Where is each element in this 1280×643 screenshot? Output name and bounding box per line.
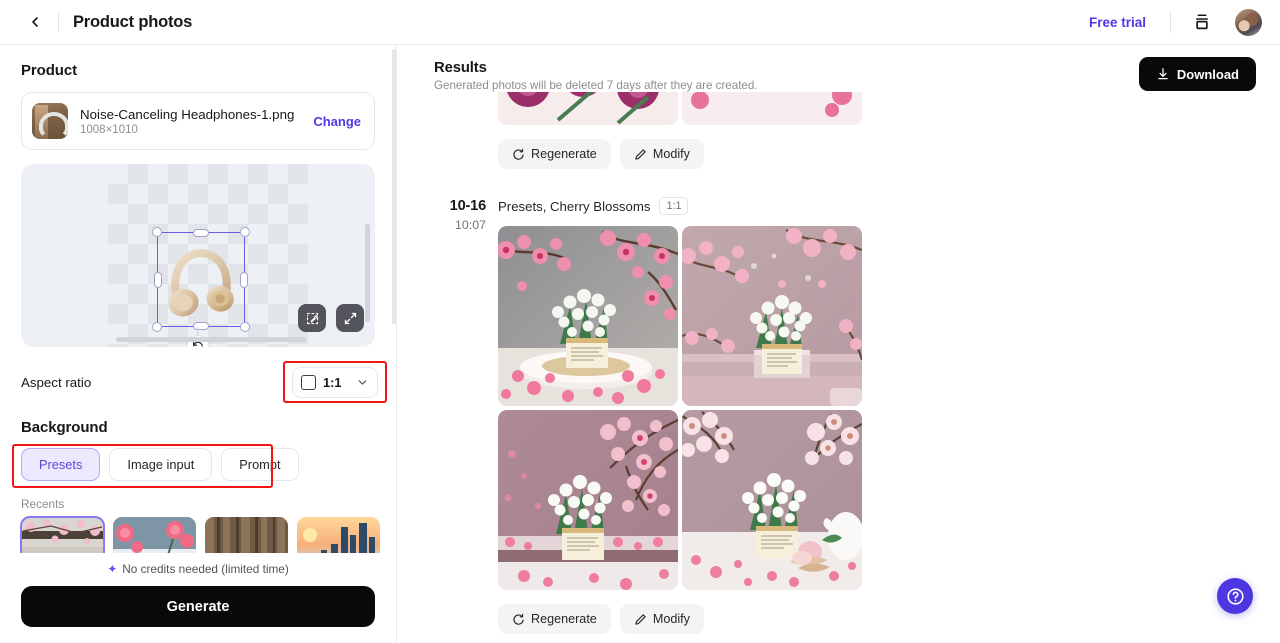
- left-panel-scrollbar[interactable]: [392, 49, 396, 324]
- result-description: Presets, Cherry Blossoms: [498, 198, 651, 214]
- canvas-horizontal-scrollbar[interactable]: [116, 337, 306, 342]
- pencil-icon: [635, 614, 646, 625]
- results-heading-text: Results Generated photos will be deleted…: [434, 60, 758, 92]
- result-date-column: 10-16 10:07: [434, 197, 498, 634]
- clipped-image-2[interactable]: [682, 92, 862, 125]
- download-button[interactable]: Download: [1138, 57, 1256, 91]
- aspect-ratio-value: 1:1: [323, 375, 342, 390]
- right-panel: Results Generated photos will be deleted…: [397, 45, 1280, 643]
- download-label: Download: [1176, 66, 1239, 82]
- regenerate-label: Regenerate: [531, 147, 597, 161]
- results-subtitle: Generated photos will be deleted 7 days …: [434, 79, 758, 92]
- modify-label: Modify: [652, 147, 690, 161]
- avatar[interactable]: [1235, 8, 1262, 36]
- tab-image-input[interactable]: Image input: [109, 448, 213, 481]
- aspect-ratio-row: Aspect ratio 1:1: [21, 361, 387, 403]
- background-section-title: Background: [21, 419, 108, 436]
- clipped-image-1[interactable]: [498, 92, 678, 125]
- result-image-3[interactable]: [498, 410, 678, 591]
- result-meta: Presets, Cherry Blossoms 1:1: [498, 197, 1256, 216]
- app-header: Product photos Free trial: [0, 0, 1280, 45]
- headphones-image: [168, 248, 234, 316]
- product-thumbnail: [32, 103, 68, 139]
- results-scroll: Regenerate Modify 10-16 10:07 Presets, C…: [397, 92, 1280, 643]
- credits-note: ✦ No credits needed (limited time): [21, 562, 375, 576]
- download-icon: [1158, 68, 1168, 80]
- product-canvas[interactable]: [21, 164, 375, 347]
- product-meta: Noise-Canceling Headphones-1.png 1008×10…: [80, 107, 305, 136]
- pencil-icon: [635, 148, 646, 160]
- results-title: Results: [434, 60, 487, 76]
- help-circle-icon: [1226, 587, 1244, 605]
- result-actions-previous: Regenerate Modify: [498, 139, 1256, 169]
- regenerate-label: Regenerate: [531, 612, 597, 627]
- regenerate-button-current[interactable]: Regenerate: [498, 604, 611, 635]
- square-icon: [301, 375, 316, 390]
- resize-handle-top-left[interactable]: [152, 227, 162, 237]
- result-image-4[interactable]: [682, 410, 862, 591]
- result-image-grid: [498, 226, 1256, 591]
- recents-label: Recents: [21, 497, 65, 511]
- header-actions: Free trial: [1083, 8, 1262, 36]
- result-content: Presets, Cherry Blossoms 1:1 Regenerate …: [498, 197, 1256, 635]
- aspect-ratio-label: Aspect ratio: [21, 374, 92, 390]
- regenerate-icon: [513, 613, 524, 625]
- help-button[interactable]: [1217, 578, 1253, 614]
- app-root: Product photos Free trial Product Noise-…: [0, 0, 1280, 643]
- modify-button-previous[interactable]: Modify: [619, 139, 704, 169]
- back-button[interactable]: [22, 9, 48, 35]
- resize-handle-top[interactable]: [193, 229, 209, 237]
- canvas-tools: [298, 304, 364, 332]
- modify-label: Modify: [652, 612, 690, 627]
- header-divider: [58, 12, 59, 32]
- free-trial-link[interactable]: Free trial: [1083, 11, 1152, 34]
- product-section-title: Product: [21, 62, 77, 79]
- selection-box[interactable]: [152, 227, 250, 332]
- background-tabs: Presets Image input Prompt: [21, 448, 375, 481]
- layers-icon[interactable]: [1189, 9, 1215, 35]
- result-time: 10:07: [454, 218, 486, 232]
- result-image-2[interactable]: [682, 226, 862, 407]
- page-title: Product photos: [73, 12, 193, 31]
- resize-handle-left[interactable]: [154, 271, 162, 288]
- regenerate-icon: [513, 148, 524, 160]
- credits-text: No credits needed (limited time): [122, 562, 289, 576]
- aspect-ratio-select[interactable]: 1:1: [292, 367, 378, 398]
- product-card[interactable]: Noise-Canceling Headphones-1.png 1008×10…: [21, 92, 375, 150]
- results-header: Results Generated photos will be deleted…: [397, 45, 1280, 92]
- expand-icon[interactable]: [336, 304, 364, 332]
- resize-handle-right[interactable]: [240, 271, 248, 288]
- result-actions-current: Regenerate Modify: [498, 604, 1256, 635]
- modify-button-current[interactable]: Modify: [619, 604, 704, 635]
- left-panel-footer: ✦ No credits needed (limited time) Gener…: [0, 553, 396, 643]
- result-date: 10-16: [449, 198, 487, 214]
- result-ratio-badge: 1:1: [659, 197, 689, 216]
- result-group-current: 10-16 10:07 Presets, Cherry Blossoms 1:1: [434, 197, 1256, 635]
- background-tabs-wrap: Presets Image input Prompt: [12, 444, 375, 488]
- resize-handle-bottom[interactable]: [193, 322, 209, 330]
- resize-handle-bottom-left[interactable]: [152, 322, 162, 332]
- change-product-button[interactable]: Change: [313, 114, 361, 129]
- magic-edit-icon[interactable]: [298, 304, 326, 332]
- resize-handle-top-right[interactable]: [240, 227, 250, 237]
- clipped-image-row: [498, 92, 1256, 125]
- generate-button[interactable]: Generate: [21, 586, 375, 627]
- sparkle-icon: ✦: [107, 562, 118, 576]
- header-separator: [1170, 11, 1171, 33]
- chevron-down-icon: [356, 376, 369, 389]
- product-file-name: Noise-Canceling Headphones-1.png: [80, 106, 295, 122]
- result-image-1[interactable]: [498, 226, 678, 407]
- regenerate-button-previous[interactable]: Regenerate: [498, 139, 611, 169]
- left-panel: Product Noise-Canceling Headphones-1.png…: [0, 45, 397, 643]
- tab-prompt[interactable]: Prompt: [221, 448, 299, 481]
- resize-handle-bottom-right[interactable]: [240, 322, 250, 332]
- canvas-vertical-scrollbar[interactable]: [365, 224, 370, 322]
- app-body: Product Noise-Canceling Headphones-1.png…: [0, 45, 1280, 643]
- chevron-left-icon: [32, 17, 38, 27]
- tab-presets[interactable]: Presets: [21, 448, 101, 481]
- result-group-previous: Regenerate Modify: [434, 92, 1256, 169]
- product-dimensions: 1008×1010: [80, 123, 138, 136]
